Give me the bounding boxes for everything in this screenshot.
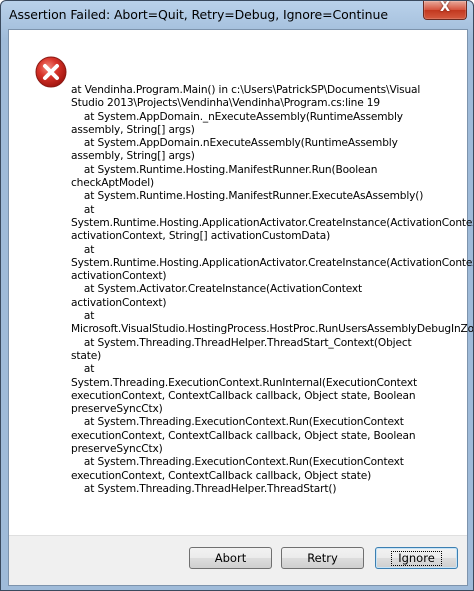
button-bar: Abort Retry Ignore: [9, 535, 467, 585]
close-button[interactable]: X: [423, 1, 467, 20]
close-icon: X: [439, 0, 451, 15]
dialog-content: at Vendinha.Program.Main() in c:\Users\P…: [8, 29, 474, 586]
ignore-button[interactable]: Ignore: [375, 547, 458, 569]
retry-button[interactable]: Retry: [281, 547, 364, 569]
assertion-message: at Vendinha.Program.Main() in c:\Users\P…: [71, 84, 474, 495]
title-bar[interactable]: Assertion Failed: Abort=Quit, Retry=Debu…: [1, 1, 473, 29]
assertion-dialog-window: Assertion Failed: Abort=Quit, Retry=Debu…: [0, 0, 474, 591]
window-title: Assertion Failed: Abort=Quit, Retry=Debu…: [9, 7, 388, 22]
error-icon: [35, 56, 67, 88]
abort-button[interactable]: Abort: [189, 547, 272, 569]
